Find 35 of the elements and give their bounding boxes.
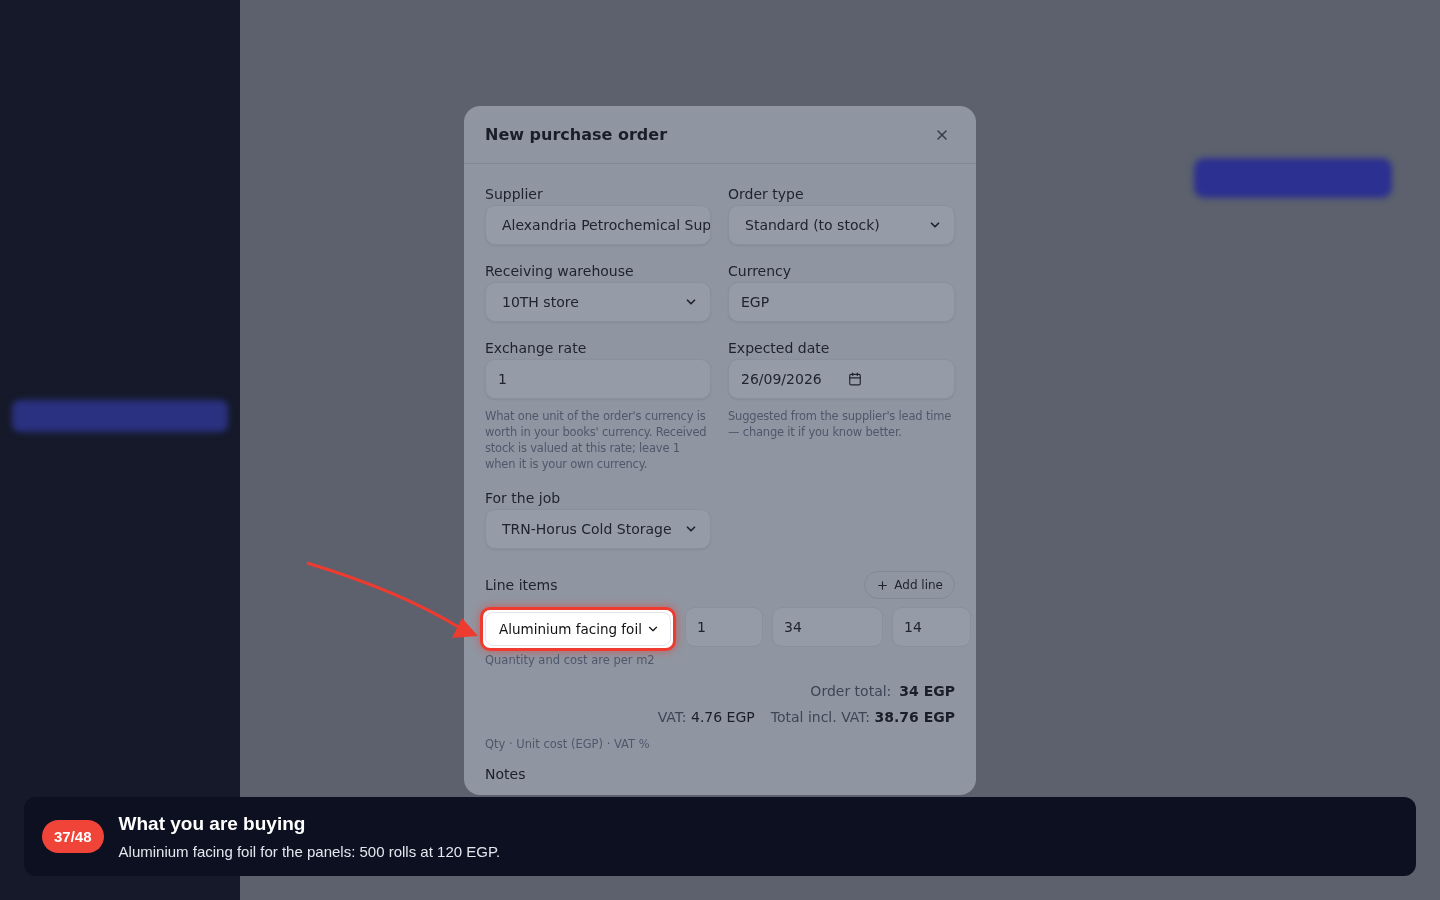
modal-title: New purchase order: [485, 125, 668, 144]
select-field[interactable]: TRN-Horus Cold Storage: [485, 509, 711, 549]
input-field[interactable]: EGP: [728, 282, 955, 322]
add-line-button[interactable]: Add line: [864, 571, 955, 599]
input-field[interactable]: 1: [485, 359, 711, 399]
field-hint: Suggested from the supplier's lead time — change it if you know better.: [728, 408, 953, 440]
select-field[interactable]: Standard (to stock): [728, 205, 955, 245]
input-field[interactable]: 26/09/2026: [728, 359, 955, 399]
unit-cost-field[interactable]: 34: [772, 607, 883, 647]
line-hint: Quantity and cost are per m2: [485, 653, 656, 667]
field-label: Exchange rate: [485, 340, 588, 356]
tour-text: Aluminium facing foil for the panels: 500 rolls at 120 EGP.: [118, 843, 501, 860]
calendar-icon[interactable]: [848, 372, 862, 386]
select-field[interactable]: Alexandria Petrochemical Sup: [485, 205, 711, 245]
field-hint: What one unit of the order's currency is worth in your books' currency. Received stock is valued at this rate; leave 1 when it is your own currency.: [485, 408, 708, 472]
field-label: Expected date: [728, 340, 831, 356]
field-label: Supplier: [485, 186, 544, 202]
step-badge: 37/48: [42, 820, 104, 853]
section-label: Line items: [485, 577, 558, 593]
select-field[interactable]: 10TH store: [485, 282, 711, 322]
columns-hint: Qty · Unit cost (EGP) · VAT %: [485, 737, 651, 751]
total-value: 34 EGP: [899, 683, 955, 699]
field-label: Notes: [485, 765, 527, 783]
tour-title: What you are buying: [118, 813, 307, 835]
total-label: Order total:: [810, 683, 892, 699]
field-label: Order type: [728, 186, 805, 202]
total-incl-vat: Total incl. VAT: 38.76 EGP: [770, 709, 955, 725]
field-label: Receiving warehouse: [485, 263, 635, 279]
plus-icon: [876, 578, 890, 592]
item-select[interactable]: Aluminium facing foil: [480, 607, 676, 651]
vat-field[interactable]: 14: [892, 607, 971, 647]
field-label: For the job: [485, 490, 562, 506]
field-label: Currency: [728, 263, 793, 279]
qty-field[interactable]: 1: [685, 607, 763, 647]
vat-amount: VAT: 4.76 EGP: [657, 709, 755, 725]
